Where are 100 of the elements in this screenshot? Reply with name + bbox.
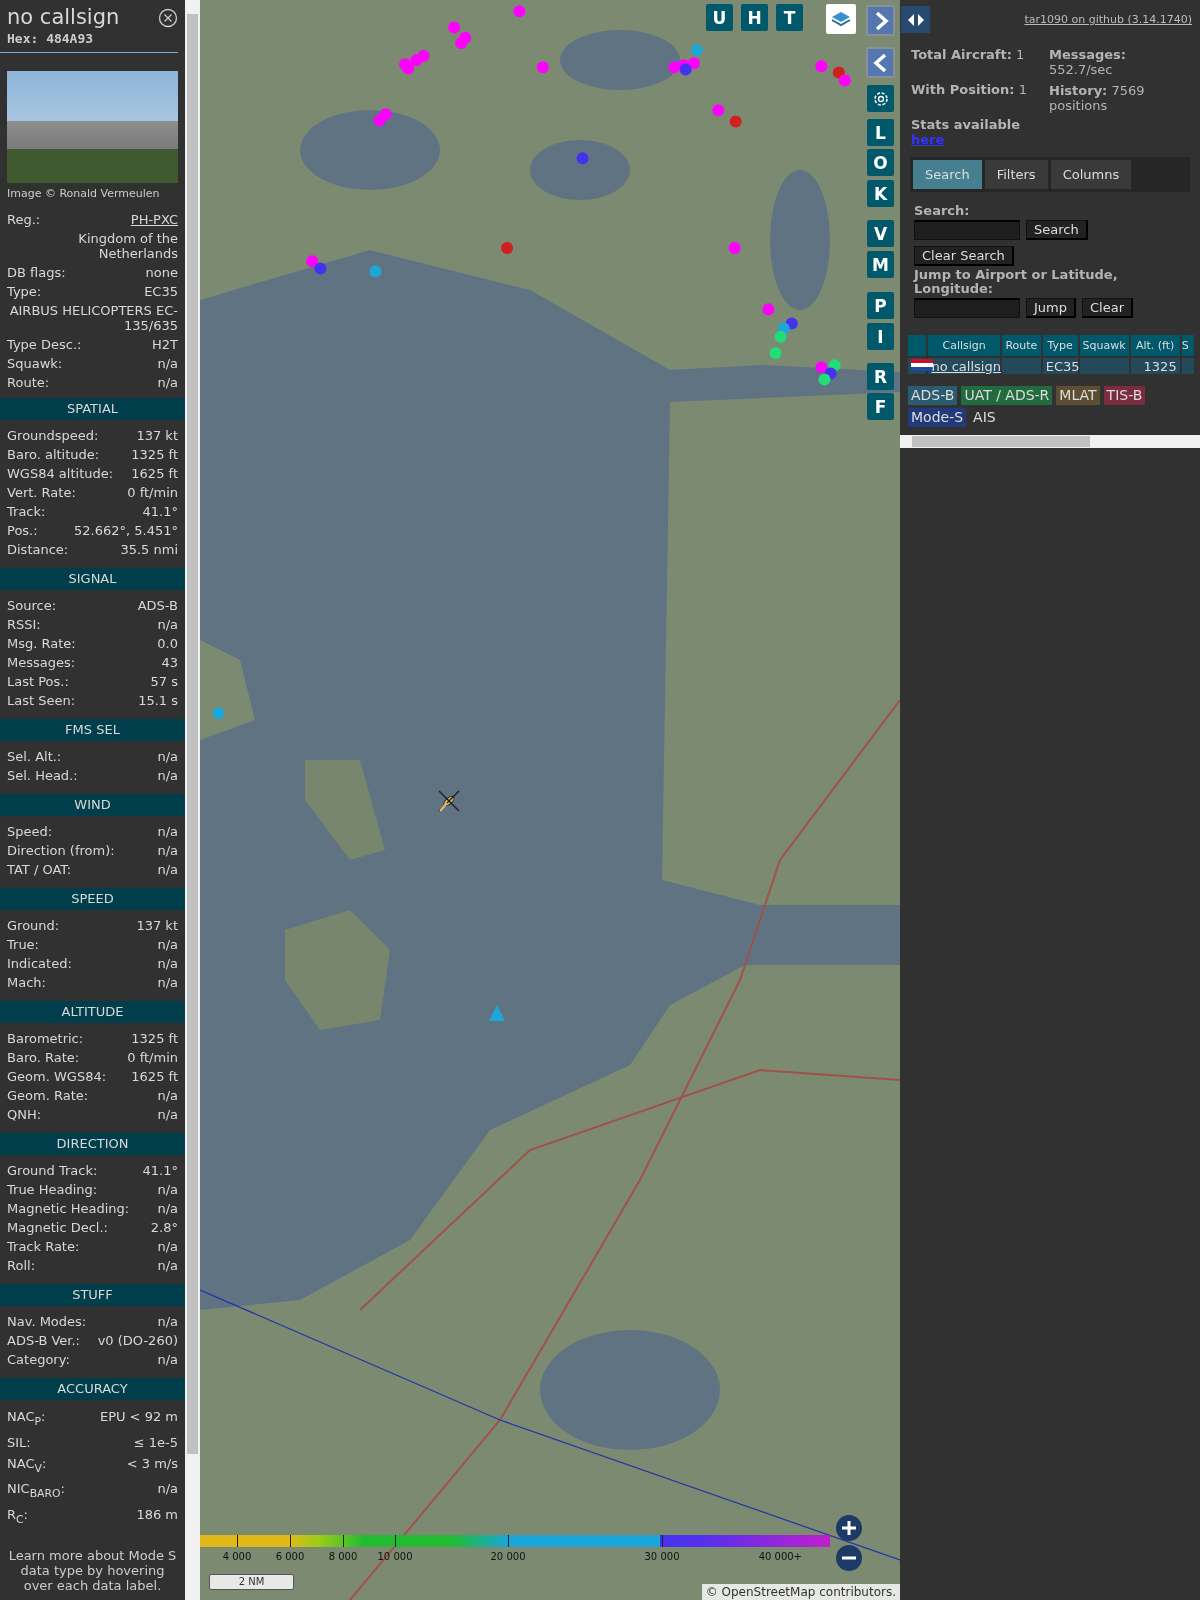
callsign-link[interactable]: no callsign: [931, 358, 1001, 374]
scrollbar[interactable]: [185, 0, 200, 1600]
copyright-symbol: ©: [705, 1585, 718, 1599]
field-label: SIL:: [7, 1433, 31, 1452]
map-toggle-button[interactable]: T: [776, 4, 803, 31]
settings-button[interactable]: [867, 85, 894, 112]
altitude-label: 40 000+: [758, 1551, 802, 1562]
map-toggle-button[interactable]: O: [867, 149, 894, 176]
github-link[interactable]: tar1090 on github (3.14.1740): [1024, 13, 1192, 26]
photo-credit: Image © Ronald Vermeulen: [7, 187, 161, 200]
stat-text: Messages: 552.7/sec: [1049, 47, 1128, 77]
helicopter-icon[interactable]: [438, 790, 460, 812]
plus-icon: [841, 1520, 857, 1536]
field-value: n/a: [157, 1200, 178, 1218]
search-field[interactable]: [914, 220, 1020, 240]
field-value: n/a: [157, 767, 178, 785]
map-toggle-button[interactable]: H: [741, 4, 768, 31]
tab[interactable]: Filters: [984, 160, 1048, 189]
field-value: n/a: [157, 1181, 178, 1199]
field-value: 43: [161, 654, 178, 672]
map-toggle-button[interactable]: R: [867, 363, 894, 390]
field-label: WGS84 altitude:: [7, 465, 114, 483]
field-label: Speed:: [7, 823, 53, 841]
field-label: Baro. Rate:: [7, 1049, 80, 1067]
column-header[interactable]: Route: [1001, 335, 1041, 356]
field-value: 41.1°: [142, 503, 178, 521]
previous-button[interactable]: [866, 47, 895, 78]
clear-button[interactable]: Clear: [1082, 298, 1133, 318]
scrollbar[interactable]: [900, 435, 1200, 448]
layers-button[interactable]: [826, 4, 856, 34]
field-value: H2T: [152, 336, 178, 354]
field-value: n/a: [157, 748, 178, 766]
next-button[interactable]: [866, 5, 895, 36]
field-label: Distance:: [7, 541, 69, 559]
registration-link[interactable]: PH-PXC: [130, 210, 178, 229]
field-value: < 3 m/s: [126, 1454, 178, 1473]
scrollbar-thumb[interactable]: [912, 436, 1090, 447]
source-tag: MLAT: [1056, 386, 1100, 405]
field-label: Pos.:: [7, 522, 38, 540]
field-value: n/a: [157, 1480, 178, 1499]
stat-text: With Position: 1: [911, 82, 1028, 97]
field-label: TAT / OAT:: [7, 861, 72, 879]
column-header[interactable]: S: [1181, 335, 1194, 356]
field-label: Direction (from):: [7, 842, 115, 860]
field-value: EC35: [144, 283, 178, 301]
attribution-text: contributors.: [819, 1585, 896, 1599]
clear-search-button[interactable]: Clear Search: [914, 246, 1014, 266]
sidebar-toggle-button[interactable]: [901, 6, 930, 33]
field-label: DB flags:: [7, 264, 66, 282]
field-value: AIRBUS HELICOPTERS EC-135/635: [8, 303, 178, 333]
field-value: 137 kt: [136, 917, 178, 935]
location-field[interactable]: [914, 298, 1020, 318]
field-value: 137 kt: [136, 427, 178, 445]
field-label: R$_{C}$:: [7, 1505, 28, 1528]
field-value: EPU < 92 m: [99, 1408, 178, 1426]
close-icon[interactable]: [158, 8, 178, 28]
attribution-link[interactable]: OpenStreetMap: [721, 1585, 816, 1599]
field-value: 1625 ft: [131, 465, 178, 483]
jump-button[interactable]: Jump: [1026, 298, 1076, 318]
field-label: Sel. Alt.:: [7, 748, 62, 766]
field-label: Track Rate:: [7, 1238, 80, 1256]
map-toggle-button[interactable]: K: [867, 180, 894, 207]
field-value: n/a: [157, 861, 178, 879]
field-label: Source:: [7, 597, 57, 615]
column-header[interactable]: Alt. (ft): [1130, 335, 1180, 356]
aircraft-markers-drawing[interactable]: [212, 5, 851, 720]
field-label: NAC$_{V}$:: [7, 1454, 47, 1477]
map-toggle-button[interactable]: M: [867, 251, 894, 278]
map-toggle-button[interactable]: V: [867, 220, 894, 247]
field-value: n/a: [157, 1313, 178, 1331]
stat-text: Total Aircraft: 1: [911, 47, 1026, 62]
field-value: n/a: [157, 616, 178, 634]
field-label: Type:: [7, 283, 42, 301]
scrollbar-thumb[interactable]: [187, 14, 198, 1454]
field-label: Roll:: [7, 1257, 35, 1275]
field-value: ADS-B: [137, 597, 178, 615]
field-label: NAC$_{P}$:: [7, 1408, 46, 1430]
help-text: Learn more about Mode S data type by hovering over each data label.: [7, 1548, 178, 1594]
column-header[interactable]: Type: [1042, 335, 1078, 356]
search-button[interactable]: Search: [1026, 220, 1088, 240]
field-label: True:: [7, 936, 39, 954]
hex-code: Hex: 484A93: [7, 31, 95, 46]
map-toggle-button[interactable]: P: [867, 292, 894, 319]
column-header[interactable]: Squawk: [1079, 335, 1129, 356]
field-value: n/a: [157, 374, 178, 392]
field-label: ADS-B Ver.:: [7, 1332, 80, 1350]
field-label: Last Pos.:: [7, 673, 69, 691]
map-toggle-button[interactable]: I: [867, 323, 894, 350]
field-label: Nav. Modes:: [7, 1313, 87, 1331]
tab[interactable]: Columns: [1050, 160, 1132, 189]
field-label: Geom. WGS84:: [7, 1068, 107, 1086]
field-label: True Heading:: [7, 1181, 98, 1199]
field-label: Reg.:: [7, 211, 41, 229]
altitude-label: 30 000: [644, 1551, 680, 1562]
table-cell: [1181, 358, 1194, 374]
column-header[interactable]: Callsign: [928, 335, 1000, 356]
map-toggle-button[interactable]: L: [867, 119, 894, 146]
map-toggle-button[interactable]: U: [706, 4, 733, 31]
field-value: n/a: [157, 842, 178, 860]
map-toggle-button[interactable]: F: [867, 393, 894, 420]
